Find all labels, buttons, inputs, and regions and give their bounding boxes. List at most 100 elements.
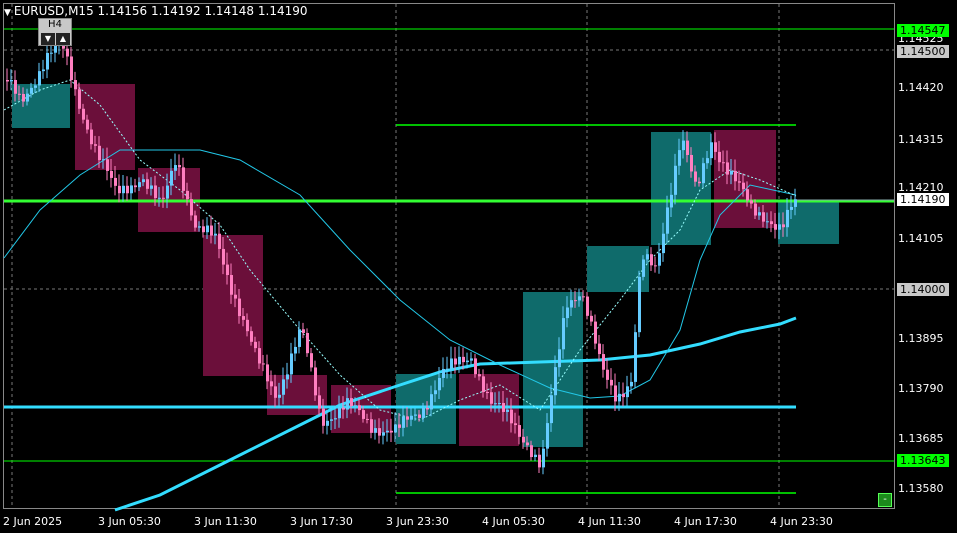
h4-candle-box bbox=[523, 292, 583, 447]
candle-body bbox=[670, 194, 673, 208]
candle-body bbox=[506, 409, 509, 412]
candle-body bbox=[674, 165, 677, 195]
candle-body bbox=[294, 346, 297, 354]
candle-body bbox=[694, 171, 697, 182]
candle-body bbox=[262, 363, 265, 365]
candle-body bbox=[242, 316, 245, 320]
candle-body bbox=[538, 454, 541, 468]
price-chart[interactable] bbox=[0, 0, 957, 533]
candle-body bbox=[342, 407, 345, 410]
candle-body bbox=[734, 170, 737, 182]
candle-body bbox=[218, 233, 221, 249]
candle-body bbox=[134, 185, 137, 188]
candle-body bbox=[518, 425, 521, 437]
close-price: 1.14190 bbox=[257, 4, 308, 18]
candle-body bbox=[358, 405, 361, 411]
candle-body bbox=[458, 356, 461, 365]
candle-body bbox=[470, 358, 473, 361]
candle-body bbox=[102, 159, 105, 161]
price-label: 1.13895 bbox=[898, 332, 944, 345]
candle-body bbox=[374, 428, 377, 433]
candle-body bbox=[414, 414, 417, 416]
collapse-arrow-icon[interactable]: ▼ bbox=[4, 8, 11, 18]
candle-body bbox=[42, 69, 45, 72]
candle-body bbox=[550, 395, 553, 424]
candle-body bbox=[770, 221, 773, 225]
open-price: 1.14156 bbox=[97, 4, 148, 18]
candle-body bbox=[738, 181, 741, 183]
candle-body bbox=[658, 253, 661, 266]
candle-body bbox=[774, 224, 777, 230]
candle-body bbox=[586, 296, 589, 316]
price-label: 1.14105 bbox=[898, 232, 944, 245]
candle-body bbox=[162, 197, 165, 199]
candle-body bbox=[46, 52, 49, 70]
price-label: 1.13790 bbox=[898, 382, 944, 395]
candle-body bbox=[118, 185, 121, 194]
resistance-price-tag: 1.14547 bbox=[897, 24, 949, 37]
candle-body bbox=[578, 296, 581, 301]
candle-body bbox=[610, 379, 613, 386]
price-label: 1.14315 bbox=[898, 133, 944, 146]
candle-body bbox=[622, 393, 625, 398]
candle-body bbox=[702, 163, 705, 184]
candle-body bbox=[298, 329, 301, 347]
higher-timeframe-box: H4 ▼ ▲ bbox=[38, 18, 72, 46]
candle-body bbox=[434, 390, 437, 395]
candle-body bbox=[310, 353, 313, 368]
candle-body bbox=[222, 248, 225, 265]
candle-body bbox=[482, 376, 485, 393]
candle-body bbox=[238, 298, 241, 317]
timeframe-down-icon[interactable]: ▼ bbox=[41, 33, 55, 45]
candle-body bbox=[418, 414, 421, 418]
timeframe-up-icon[interactable]: ▲ bbox=[56, 33, 70, 45]
candle-body bbox=[410, 415, 413, 420]
time-label: 2 Jun 2025 bbox=[3, 515, 63, 528]
candle-body bbox=[546, 423, 549, 449]
candle-body bbox=[22, 93, 25, 102]
candle-body bbox=[754, 203, 757, 216]
candle-body bbox=[542, 448, 545, 468]
candle-body bbox=[174, 165, 177, 171]
candle-body bbox=[534, 454, 537, 458]
candle-body bbox=[426, 408, 429, 410]
candle-body bbox=[462, 356, 465, 363]
candle-body bbox=[326, 420, 329, 426]
candle-body bbox=[602, 354, 605, 370]
candle-body bbox=[122, 185, 125, 194]
candle-body bbox=[614, 385, 617, 402]
candle-body bbox=[30, 87, 33, 94]
round-level-price-tag: 1.14500 bbox=[897, 45, 949, 58]
candle-body bbox=[466, 360, 469, 363]
time-label: 3 Jun 23:30 bbox=[386, 515, 449, 528]
candle-body bbox=[274, 386, 277, 398]
candle-body bbox=[94, 144, 97, 146]
candle-body bbox=[422, 408, 425, 418]
candle-body bbox=[474, 358, 477, 375]
candle-body bbox=[78, 89, 81, 109]
candle-body bbox=[650, 254, 653, 266]
candle-body bbox=[514, 423, 517, 426]
candle-body bbox=[762, 212, 765, 222]
candle-body bbox=[690, 154, 693, 172]
candle-body bbox=[526, 442, 529, 446]
candle-body bbox=[570, 300, 573, 308]
candle-body bbox=[278, 394, 281, 398]
candle-body bbox=[110, 170, 113, 178]
candle-body bbox=[638, 276, 641, 333]
candle-body bbox=[306, 332, 309, 354]
candle-body bbox=[34, 85, 37, 88]
candle-body bbox=[258, 348, 261, 364]
candle-body bbox=[530, 445, 533, 458]
candle-body bbox=[130, 185, 133, 194]
candle-body bbox=[726, 162, 729, 175]
candle-body bbox=[618, 393, 621, 402]
candle-body bbox=[318, 395, 321, 409]
chart-shift-button[interactable]: - bbox=[878, 493, 892, 507]
candle-body bbox=[106, 159, 109, 171]
candle-body bbox=[698, 181, 701, 184]
candle-body bbox=[38, 71, 41, 86]
low-price: 1.14148 bbox=[204, 4, 255, 18]
candle-body bbox=[430, 394, 433, 410]
candle-body bbox=[742, 182, 745, 190]
